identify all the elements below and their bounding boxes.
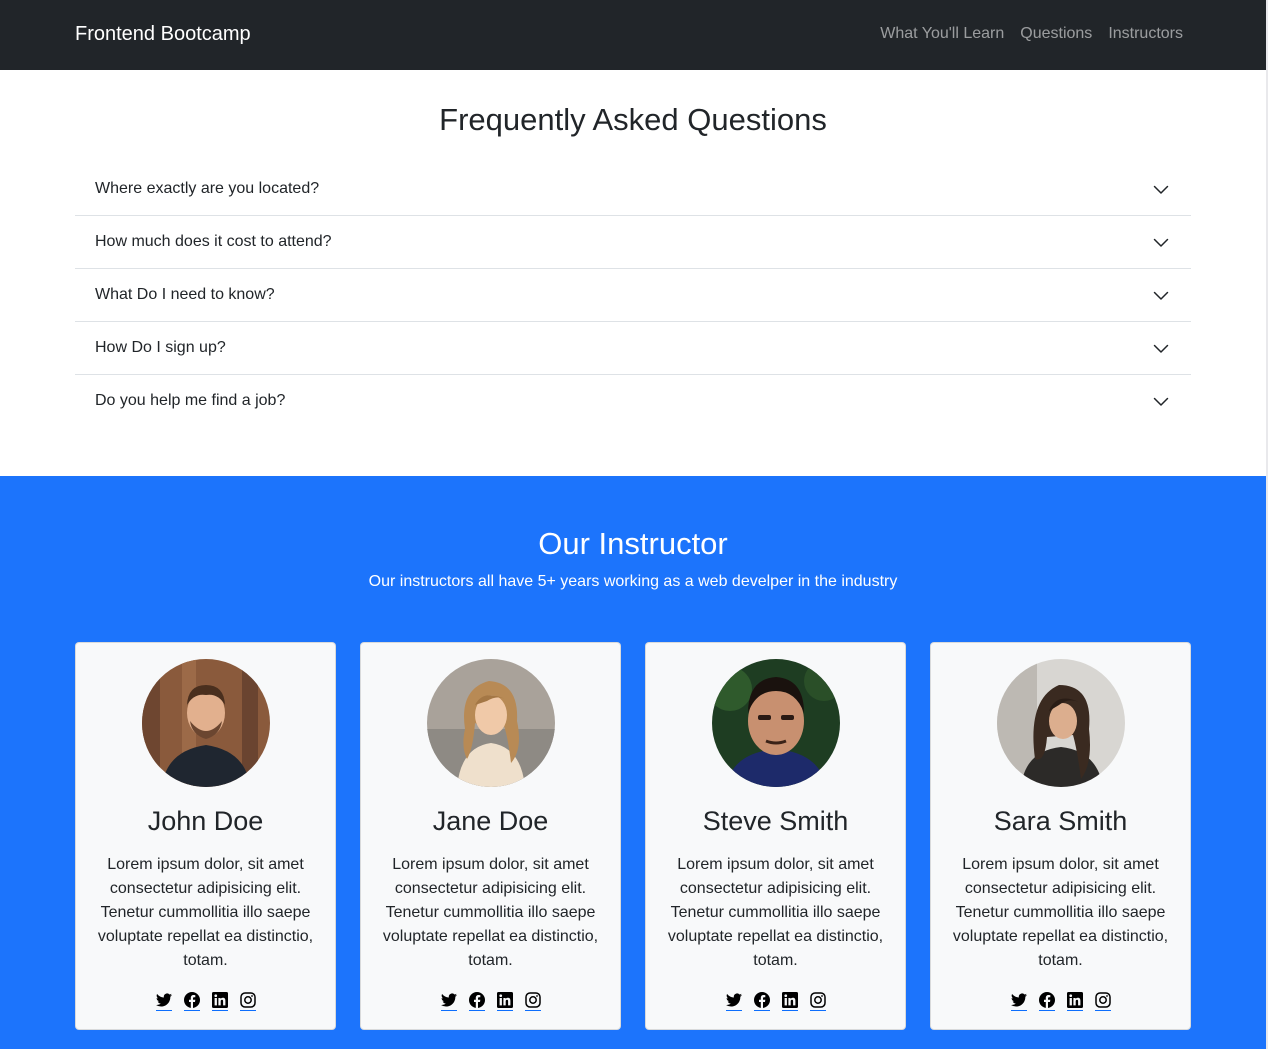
instructor-bio: Lorem ipsum dolor, sit amet consectetur …	[97, 856, 314, 969]
instructor-name: Jane Doe	[432, 806, 549, 836]
brand-link[interactable]: Frontend Bootcamp	[75, 21, 251, 47]
instructors-subtitle: Our instructors all have 5+ years workin…	[368, 573, 898, 590]
social-links	[931, 992, 1190, 1011]
twitter-icon[interactable]	[155, 992, 172, 1011]
linkedin-icon[interactable]	[781, 992, 798, 1011]
faq-item[interactable]: What Do I need to know?	[75, 269, 1191, 322]
faq-question: Where exactly are you located?	[95, 180, 320, 197]
instructor-card: Jane Doe Lorem ipsum dolor, sit amet con…	[360, 642, 621, 1030]
chevron-down-icon	[1153, 397, 1169, 406]
faq-item[interactable]: Where exactly are you located?	[75, 163, 1191, 216]
chevron-down-icon	[1153, 185, 1169, 194]
nav-link-instructors[interactable]: Instructors	[1108, 23, 1183, 45]
instagram-icon[interactable]	[239, 992, 256, 1011]
social-links	[646, 992, 905, 1011]
navbar: Frontend Bootcamp What You'll Learn Ques…	[0, 0, 1268, 70]
faq-item[interactable]: Do you help me find a job?	[75, 375, 1191, 428]
faq-item[interactable]: How much does it cost to attend?	[75, 216, 1191, 269]
instructor-name: Steve Smith	[702, 806, 849, 836]
instagram-icon[interactable]	[524, 992, 541, 1011]
chevron-down-icon	[1153, 238, 1169, 247]
instructor-card: Sara Smith Lorem ipsum dolor, sit amet c…	[930, 642, 1191, 1030]
instructor-bio: Lorem ipsum dolor, sit amet consectetur …	[667, 856, 884, 969]
avatar	[427, 659, 555, 787]
social-links	[76, 992, 335, 1011]
faq-question: What Do I need to know?	[95, 286, 275, 303]
faq-item[interactable]: How Do I sign up?	[75, 322, 1191, 375]
nav-link-learn[interactable]: What You'll Learn	[880, 23, 1004, 45]
facebook-icon[interactable]	[753, 992, 770, 1011]
faq-accordion: Where exactly are you located? How much …	[75, 163, 1191, 428]
instagram-icon[interactable]	[1094, 992, 1111, 1011]
avatar	[997, 659, 1125, 787]
instructor-name: Sara Smith	[993, 806, 1128, 836]
instructor-card: Steve Smith Lorem ipsum dolor, sit amet …	[645, 642, 906, 1030]
nav-links: What You'll Learn Questions Instructors	[880, 23, 1183, 45]
social-links	[361, 992, 620, 1011]
chevron-down-icon	[1153, 344, 1169, 353]
twitter-icon[interactable]	[440, 992, 457, 1011]
instagram-icon[interactable]	[809, 992, 826, 1011]
twitter-icon[interactable]	[1010, 992, 1027, 1011]
instructor-card: John Doe Lorem ipsum dolor, sit amet con…	[75, 642, 336, 1030]
linkedin-icon[interactable]	[496, 992, 513, 1011]
linkedin-icon[interactable]	[211, 992, 228, 1011]
instructors-section: Our Instructor Our instructors all have …	[0, 476, 1266, 1049]
facebook-icon[interactable]	[1038, 992, 1055, 1011]
faq-question: How Do I sign up?	[95, 339, 226, 356]
facebook-icon[interactable]	[183, 992, 200, 1011]
instructors-title: Our Instructor	[538, 526, 728, 561]
linkedin-icon[interactable]	[1066, 992, 1083, 1011]
instructor-bio: Lorem ipsum dolor, sit amet consectetur …	[382, 856, 599, 969]
faq-question: How much does it cost to attend?	[95, 233, 332, 250]
avatar	[142, 659, 270, 787]
avatar	[712, 659, 840, 787]
twitter-icon[interactable]	[725, 992, 742, 1011]
chevron-down-icon	[1153, 291, 1169, 300]
instructor-name: John Doe	[147, 806, 264, 836]
instructor-bio: Lorem ipsum dolor, sit amet consectetur …	[952, 856, 1169, 969]
faq-title: Frequently Asked Questions	[439, 102, 827, 137]
faq-question: Do you help me find a job?	[95, 392, 286, 409]
facebook-icon[interactable]	[468, 992, 485, 1011]
nav-link-questions[interactable]: Questions	[1020, 23, 1092, 45]
